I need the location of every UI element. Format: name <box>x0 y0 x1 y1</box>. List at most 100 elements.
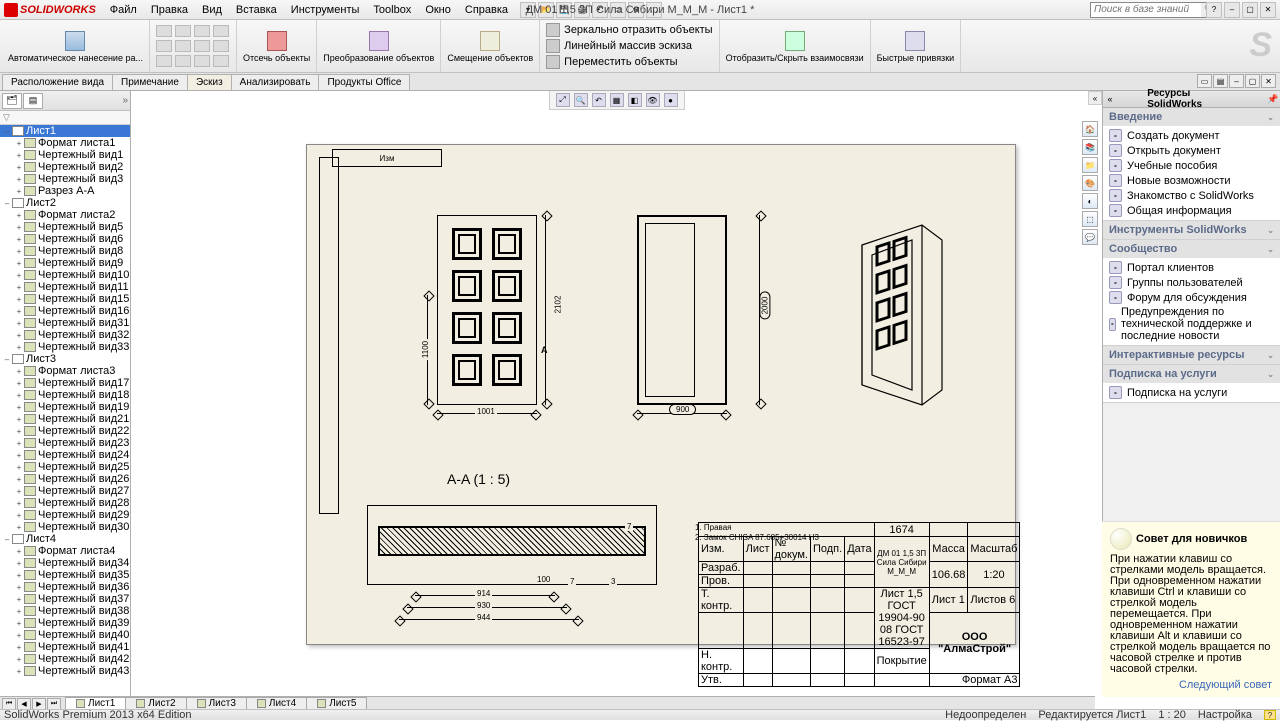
taskpane-section-header[interactable]: Сообщество⌄ <box>1103 240 1280 258</box>
tree-item[interactable]: +Чертежный вид24 <box>0 449 130 461</box>
status-scale[interactable]: 1 : 20 <box>1158 709 1186 721</box>
tree-item[interactable]: +Чертежный вид34 <box>0 557 130 569</box>
tree-item[interactable]: +Чертежный вид15 <box>0 293 130 305</box>
section-view[interactable] <box>367 505 657 585</box>
cmdtab-0[interactable]: Расположение вида <box>2 74 113 90</box>
tree-item[interactable]: +Чертежный вид25 <box>0 461 130 473</box>
tree-item[interactable]: +Чертежный вид2 <box>0 161 130 173</box>
knowledge-search[interactable]: 🔍 <box>1090 2 1220 18</box>
status-help-icon[interactable]: ? <box>1264 710 1276 720</box>
line-icon[interactable] <box>156 25 172 37</box>
taskpane-link[interactable]: ∘Знакомство с SolidWorks <box>1103 188 1280 203</box>
tp-appearances-icon[interactable]: ◐ <box>1082 193 1098 209</box>
tree-item[interactable]: +Чертежный вид27 <box>0 485 130 497</box>
property-manager-tab-icon[interactable]: ▤ <box>23 93 43 109</box>
feature-tree-tab-icon[interactable]: 🗂 <box>2 93 22 109</box>
tree-item[interactable]: +Чертежный вид18 <box>0 389 130 401</box>
tree-item[interactable]: +Чертежный вид21 <box>0 413 130 425</box>
menu-правка[interactable]: Правка <box>145 2 194 18</box>
taskpane-section-header[interactable]: Инструменты SolidWorks⌄ <box>1103 221 1280 239</box>
tree-item[interactable]: +Чертежный вид39 <box>0 617 130 629</box>
sheet-last-icon[interactable]: ⏭ <box>47 698 61 710</box>
ribbon-trim[interactable]: Отсечь объекты <box>237 20 317 72</box>
taskpane-link[interactable]: ∘Форум для обсуждения <box>1103 290 1280 305</box>
menu-вставка[interactable]: Вставка <box>230 2 283 18</box>
tree-item[interactable]: +Чертежный вид36 <box>0 581 130 593</box>
mirror-entities-button[interactable]: Зеркально отразить объекты <box>546 23 712 37</box>
tree-item[interactable]: +Чертежный вид41 <box>0 641 130 653</box>
cmdtab-1[interactable]: Примечание <box>112 74 188 90</box>
zoom-fit-icon[interactable]: ⤢ <box>556 93 570 107</box>
tp-resources-icon[interactable]: 🏠 <box>1082 121 1098 137</box>
tree-item[interactable]: +Чертежный вид9 <box>0 257 130 269</box>
ellipse-icon[interactable] <box>194 40 210 52</box>
tree-filter[interactable]: ▽ <box>0 111 130 125</box>
tree-item[interactable]: +Чертежный вид10 <box>0 269 130 281</box>
circle-icon[interactable] <box>175 25 191 37</box>
dim-front-height[interactable] <box>545 215 546 405</box>
scene-icon[interactable]: ● <box>664 93 678 107</box>
ribbon-autodim[interactable]: Автоматическое нанесение ра... <box>2 20 150 72</box>
tp-custom-icon[interactable]: ⬚ <box>1082 211 1098 227</box>
menu-вид[interactable]: Вид <box>196 2 228 18</box>
status-customize[interactable]: Настройка <box>1198 709 1252 721</box>
arc-icon[interactable] <box>194 25 210 37</box>
doc-view-b-icon[interactable]: ▤ <box>1213 74 1228 88</box>
section-view-icon[interactable]: ▦ <box>610 93 624 107</box>
move-entities-button[interactable]: Переместить объекты <box>546 55 677 69</box>
taskpane-collapse-icon[interactable]: « <box>1088 91 1102 105</box>
tree-item[interactable]: +Чертежный вид33 <box>0 341 130 353</box>
rear-view[interactable] <box>637 215 727 405</box>
tree-item[interactable]: +Чертежный вид19 <box>0 401 130 413</box>
tree-item[interactable]: +Чертежный вид43 <box>0 665 130 677</box>
tp-forum-icon[interactable]: 💬 <box>1082 229 1098 245</box>
doc-close-icon[interactable]: ✕ <box>1261 74 1276 88</box>
tree-item[interactable]: +Чертежный вид30 <box>0 521 130 533</box>
tree-item[interactable]: +Чертежный вид35 <box>0 569 130 581</box>
taskpane-section-header[interactable]: Интерактивные ресурсы⌄ <box>1103 346 1280 364</box>
polygon-icon[interactable] <box>213 55 229 67</box>
zoom-area-icon[interactable]: 🔍 <box>574 93 588 107</box>
tree-item[interactable]: +Чертежный вид37 <box>0 593 130 605</box>
tree-sheet[interactable]: –Лист2 <box>0 197 130 209</box>
taskpane-link[interactable]: ∘Открыть документ <box>1103 143 1280 158</box>
doc-minimize-icon[interactable]: – <box>1229 74 1244 88</box>
ribbon-relations[interactable]: Отобразить/Скрыть взаимосвязи <box>720 20 871 72</box>
ribbon-offset[interactable]: Смещение объектов <box>441 20 540 72</box>
hide-show-icon[interactable]: 👁 <box>646 93 660 107</box>
tree-sheet[interactable]: –Лист3 <box>0 353 130 365</box>
doc-view-a-icon[interactable]: ▭ <box>1197 74 1212 88</box>
minimize-icon[interactable]: – <box>1224 2 1240 18</box>
prev-view-icon[interactable]: ↶ <box>592 93 606 107</box>
tree-item[interactable]: +Чертежный вид28 <box>0 497 130 509</box>
menu-toolbox[interactable]: Toolbox <box>367 2 417 18</box>
display-style-icon[interactable]: ◧ <box>628 93 642 107</box>
tree-item[interactable]: +Чертежный вид38 <box>0 605 130 617</box>
panel-pin-icon[interactable]: » <box>122 95 128 106</box>
tree-item[interactable]: +Чертежный вид16 <box>0 305 130 317</box>
taskpane-link[interactable]: ∘Предупреждения по технической поддержке… <box>1103 305 1280 343</box>
slot-icon[interactable] <box>175 40 191 52</box>
sheet-next-icon[interactable]: ▶ <box>32 698 46 710</box>
tree-item[interactable]: +Чертежный вид8 <box>0 245 130 257</box>
tree-item[interactable]: +Чертежный вид29 <box>0 509 130 521</box>
taskpane-link[interactable]: ∘Подписка на услуги <box>1103 385 1280 400</box>
tree-item[interactable]: +Чертежный вид22 <box>0 425 130 437</box>
taskpane-link[interactable]: ∘Группы пользователей <box>1103 275 1280 290</box>
tree-item[interactable]: +Формат листа3 <box>0 365 130 377</box>
tree-item[interactable]: +Формат листа4 <box>0 545 130 557</box>
spline-icon[interactable] <box>213 25 229 37</box>
isometric-view[interactable] <box>852 215 952 415</box>
fillet-icon[interactable] <box>156 55 172 67</box>
drawing-canvas[interactable]: « ⤢ 🔍 ↶ ▦ ◧ 👁 ● 🏠 📚 📁 🎨 ◐ ⬚ 💬 Изм <box>131 91 1102 697</box>
maximize-icon[interactable]: ▢ <box>1242 2 1258 18</box>
cmdtab-3[interactable]: Анализировать <box>231 74 320 90</box>
menu-файл[interactable]: Файл <box>104 2 143 18</box>
tree-item[interactable]: +Чертежный вид5 <box>0 221 130 233</box>
search-input[interactable] <box>1091 4 1201 15</box>
taskpane-link[interactable]: ∘Портал клиентов <box>1103 260 1280 275</box>
front-view[interactable] <box>437 215 537 405</box>
tree-item[interactable]: +Чертежный вид1 <box>0 149 130 161</box>
menu-окно[interactable]: Окно <box>419 2 457 18</box>
tree-item[interactable]: +Формат листа1 <box>0 137 130 149</box>
